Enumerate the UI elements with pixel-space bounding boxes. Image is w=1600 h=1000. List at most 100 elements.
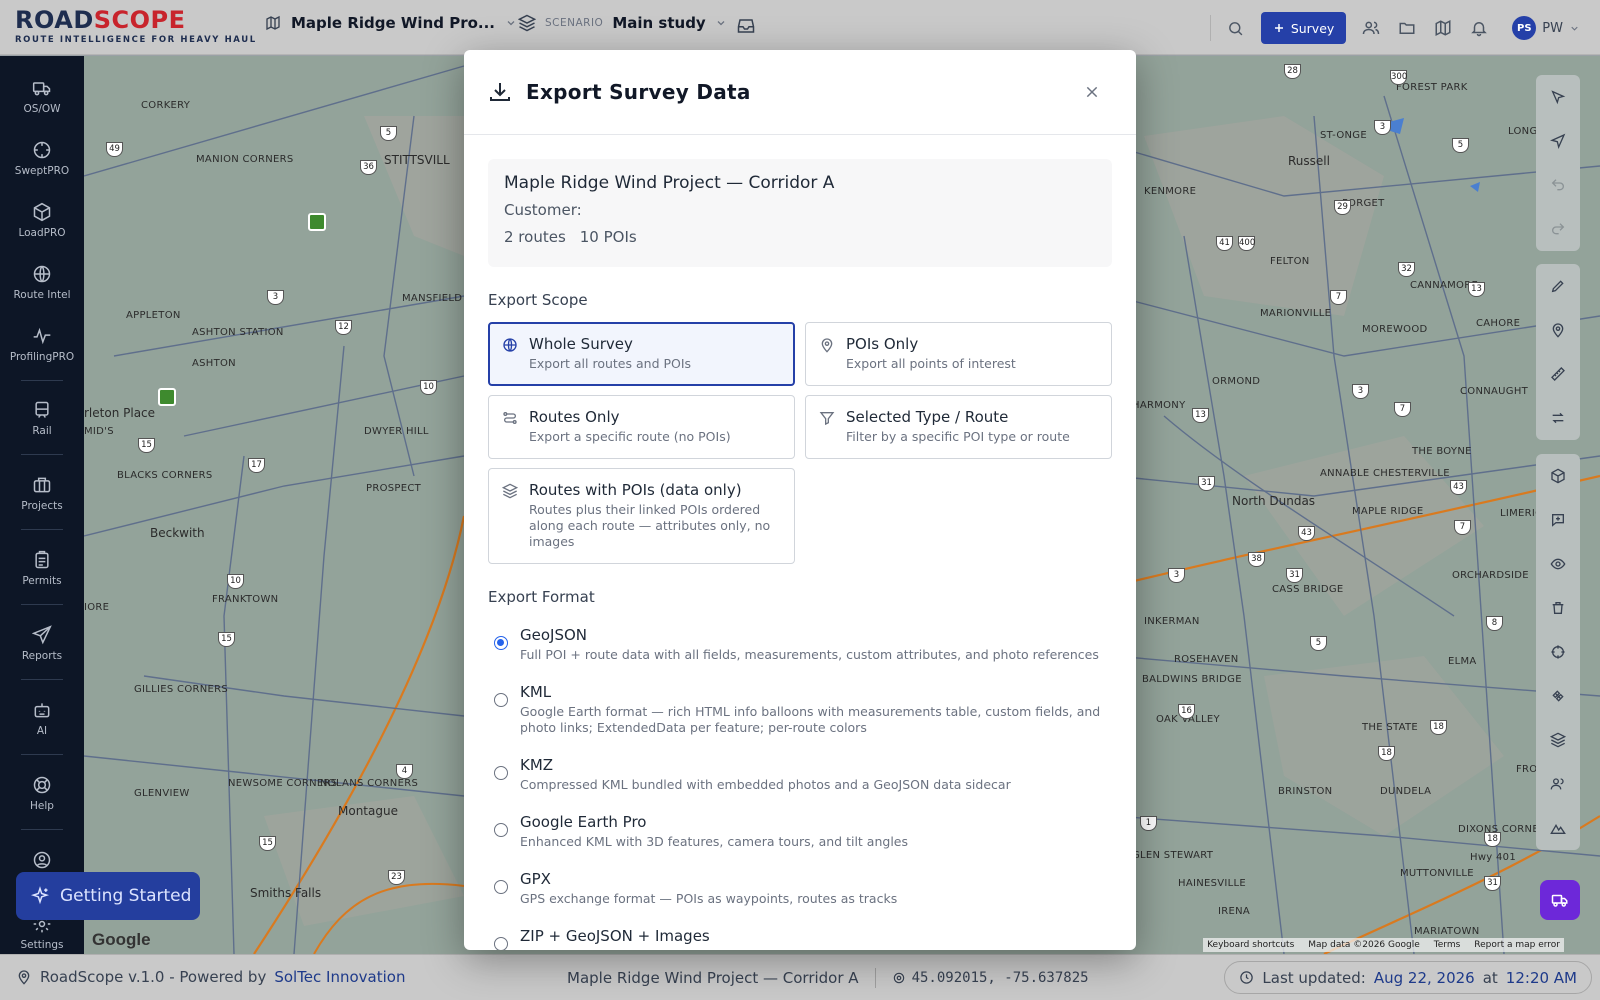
sidebar-item-route-intel[interactable]: Route Intel [0,264,84,301]
format-kml[interactable]: KML Google Earth format — rich HTML info… [488,673,1112,746]
getting-started-button[interactable]: Getting Started [16,872,200,920]
visibility-tool[interactable] [1536,542,1580,586]
redo-button[interactable] [1536,207,1580,251]
scope-selected-type[interactable]: Selected Type / Route Filter by a specif… [805,395,1112,459]
new-survey-button[interactable]: Survey [1260,12,1347,44]
radio-button[interactable] [494,636,508,650]
swap-tool[interactable] [1536,396,1580,440]
sidebar-item-label: Projects [21,500,63,512]
sidebar-item-projects[interactable]: Projects [0,475,84,512]
close-button[interactable] [1080,80,1104,104]
dialog-title: Export Survey Data [526,80,751,104]
map-label: HARMONY [1132,400,1186,411]
map-label: ASHTON [192,358,236,369]
team-button[interactable] [1360,17,1382,39]
map-label: ROSEHAVEN [1174,654,1239,665]
app-logo[interactable]: ROADSCOPE ROUTE INTELLIGENCE FOR HEAVY H… [15,7,257,45]
park-marker-icon[interactable] [158,388,176,406]
sidebar-item-rail[interactable]: Rail [0,400,84,437]
comment-tool[interactable] [1536,498,1580,542]
scenario-selector[interactable]: SCENARIO Main study [518,14,727,32]
radio-button[interactable] [494,693,508,707]
sidebar-item-sweptpro[interactable]: SweptPRO [0,140,84,177]
user-menu[interactable]: PS PW [1512,16,1580,40]
sidebar-item-reports[interactable]: Reports [0,625,84,662]
park-marker-icon[interactable] [308,213,326,231]
highway-shield: 15 [138,438,155,453]
select-tool[interactable] [1536,75,1580,119]
format-geojson[interactable]: GeoJSON Full POI + route data with all f… [488,616,1112,673]
navigate-tool[interactable] [1536,119,1580,163]
survey-counts: 2 routes 10 POIs [504,228,1096,246]
project-selector[interactable]: Maple Ridge Wind Pro... [265,14,517,32]
map-label: STITTSVILL [384,153,450,167]
highway-shield: 36 [360,160,377,175]
map-label: North Dundas [1232,494,1316,508]
vehicle-button[interactable] [1540,880,1580,920]
highway-shield: 1 [1140,816,1157,831]
map-icon [1435,20,1451,36]
company-link[interactable]: SolTec Innovation [274,968,405,986]
keyboard-shortcuts-link[interactable]: Keyboard shortcuts [1207,940,1294,950]
map-icon [266,15,280,31]
swept-path-icon [33,141,51,159]
scope-routes-only[interactable]: Routes Only Export a specific route (no … [488,395,795,459]
satellite-tool[interactable] [1536,674,1580,718]
sidebar-item-help[interactable]: Help [0,775,84,812]
notifications-button[interactable] [1468,17,1490,39]
search-button[interactable] [1225,17,1247,39]
scope-whole-survey[interactable]: Whole Survey Export all routes and POIs [488,322,795,386]
radio-button[interactable] [494,766,508,780]
delete-tool[interactable] [1536,586,1580,630]
highway-shield: 31 [1484,876,1501,891]
undo-icon [1551,179,1564,191]
3d-tool[interactable] [1536,454,1580,498]
inbox-icon [737,19,755,33]
new-survey-label: Survey [1290,20,1335,36]
map-label: FOREST PARK [1396,82,1468,93]
download-icon [490,83,510,101]
sidebar-item-label: Settings [20,939,64,951]
people-tool[interactable] [1536,762,1580,806]
people-icon [1550,778,1564,790]
user-short-name: PW [1542,20,1563,36]
highway-shield: 400 [1238,236,1255,251]
poi-tool[interactable] [1536,308,1580,352]
locate-tool[interactable] [1536,630,1580,674]
sidebar-item-loadpro[interactable]: LoadPRO [0,202,84,239]
radio-button[interactable] [494,937,508,950]
undo-button[interactable] [1536,163,1580,207]
format-google-earth-pro[interactable]: Google Earth Pro Enhanced KML with 3D fe… [488,803,1112,860]
plus-icon [1274,24,1283,32]
maps-button[interactable] [1432,17,1454,39]
layers-tool[interactable] [1536,718,1580,762]
radio-button[interactable] [494,823,508,837]
highway-shield: 10 [420,380,437,395]
scenario-label: SCENARIO [545,17,604,29]
map-label: HAINESVILLE [1178,878,1247,889]
top-bar: ROADSCOPE ROUTE INTELLIGENCE FOR HEAVY H… [0,0,1600,55]
map-label: NOLANS CORNERS [320,778,419,789]
scope-routes-with-pois[interactable]: Routes with POIs (data only) Routes plus… [488,468,795,564]
sidebar-item-label: Rail [32,425,52,437]
terms-link[interactable]: Terms [1434,940,1461,950]
format-gpx[interactable]: GPX GPS exchange format — POIs as waypoi… [488,860,1112,917]
inbox-button[interactable] [737,17,755,39]
report-error-link[interactable]: Report a map error [1474,940,1560,950]
sidebar-item-permits[interactable]: Permits [0,550,84,587]
measure-tool[interactable] [1536,352,1580,396]
draw-tool[interactable] [1536,264,1580,308]
scope-title: Whole Survey [529,335,633,353]
sidebar-item-profilingpro[interactable]: ProfilingPRO [0,326,84,363]
avatar: PS [1512,16,1537,40]
terrain-tool[interactable] [1536,806,1580,850]
format-kmz[interactable]: KMZ Compressed KML bundled with embedded… [488,746,1112,803]
format-zip[interactable]: ZIP + GeoJSON + Images [488,917,1112,950]
sidebar-item-ai[interactable]: AI [0,700,84,737]
map-label: MUTTONVILLE [1400,868,1474,879]
radio-button[interactable] [494,880,508,894]
sidebar-item-osow[interactable]: OS/OW [0,78,84,115]
scope-pois-only[interactable]: POIs Only Export all points of interest [805,322,1112,386]
map-label: MAPLE RIDGE [1352,506,1424,517]
folder-button[interactable] [1396,17,1418,39]
